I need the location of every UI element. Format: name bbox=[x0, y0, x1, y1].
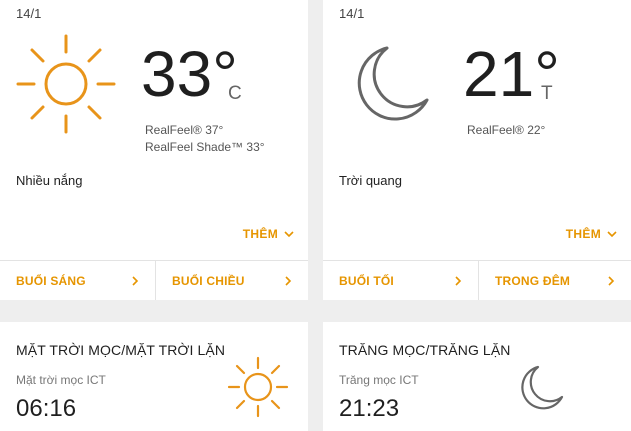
nav-evening-button[interactable]: BUỔI TỐI bbox=[323, 261, 478, 300]
sunrise-sunset-card: MẶT TRỜI MỌC/MẶT TRỜI LẶN Mặt trời mọc I… bbox=[0, 322, 308, 431]
moon-icon bbox=[517, 364, 565, 412]
chevron-right-icon bbox=[455, 275, 462, 286]
nav-afternoon-label: BUỔI CHIỀU bbox=[172, 273, 245, 288]
day-more-label: THÊM bbox=[242, 227, 278, 241]
night-forecast-card: 14/1 21° T RealFeel® 22° Trời quang THÊM… bbox=[323, 0, 631, 300]
sunrise-sunset-title: MẶT TRỜI MỌC/MẶT TRỜI LẶN bbox=[16, 342, 226, 358]
chevron-right-icon bbox=[132, 275, 139, 286]
day-more-button[interactable]: THÊM bbox=[243, 227, 294, 241]
chevron-right-icon bbox=[608, 275, 615, 286]
sun-icon bbox=[14, 32, 118, 136]
chevron-right-icon bbox=[285, 275, 292, 286]
nav-overnight-button[interactable]: TRONG ĐÊM bbox=[479, 261, 631, 300]
chevron-down-icon bbox=[284, 231, 294, 238]
sunrise-time: 06:16 bbox=[16, 395, 77, 422]
sun-icon bbox=[226, 355, 290, 419]
nav-overnight-label: TRONG ĐÊM bbox=[495, 273, 571, 288]
nav-afternoon-button[interactable]: BUỔI CHIỀU bbox=[156, 261, 308, 300]
day-temperature: 33° bbox=[141, 38, 238, 110]
sunrise-label: Mặt trời mọc ICT bbox=[16, 373, 106, 387]
day-realfeel-shade: RealFeel Shade™ 33° bbox=[145, 140, 265, 154]
nav-evening-label: BUỔI TỐI bbox=[339, 273, 394, 288]
day-forecast-card: 14/1 33° C RealFeel® 37° RealFeel Shade™… bbox=[0, 0, 308, 300]
moon-icon bbox=[351, 44, 431, 124]
chevron-down-icon bbox=[607, 231, 617, 238]
night-realfeel: RealFeel® 22° bbox=[467, 123, 546, 137]
moonrise-label: Trăng mọc ICT bbox=[339, 373, 419, 387]
moonrise-moonset-title: TRĂNG MỌC/TRĂNG LẶN bbox=[339, 342, 511, 358]
day-realfeel: RealFeel® 37° bbox=[145, 123, 224, 137]
day-temperature-unit: C bbox=[228, 83, 242, 104]
day-date: 14/1 bbox=[16, 6, 42, 21]
day-condition: Nhiều nắng bbox=[16, 173, 83, 188]
night-more-label: THÊM bbox=[565, 227, 601, 241]
moonrise-time: 21:23 bbox=[339, 395, 400, 422]
night-date: 14/1 bbox=[339, 6, 365, 21]
night-temperature-unit: T bbox=[541, 83, 553, 104]
night-more-button[interactable]: THÊM bbox=[566, 227, 617, 241]
moonrise-moonset-card: TRĂNG MỌC/TRĂNG LẶN Trăng mọc ICT 21:23 bbox=[323, 322, 631, 431]
nav-morning-label: BUỔI SÁNG bbox=[16, 273, 86, 288]
nav-morning-button[interactable]: BUỔI SÁNG bbox=[0, 261, 155, 300]
night-condition: Trời quang bbox=[339, 173, 402, 188]
